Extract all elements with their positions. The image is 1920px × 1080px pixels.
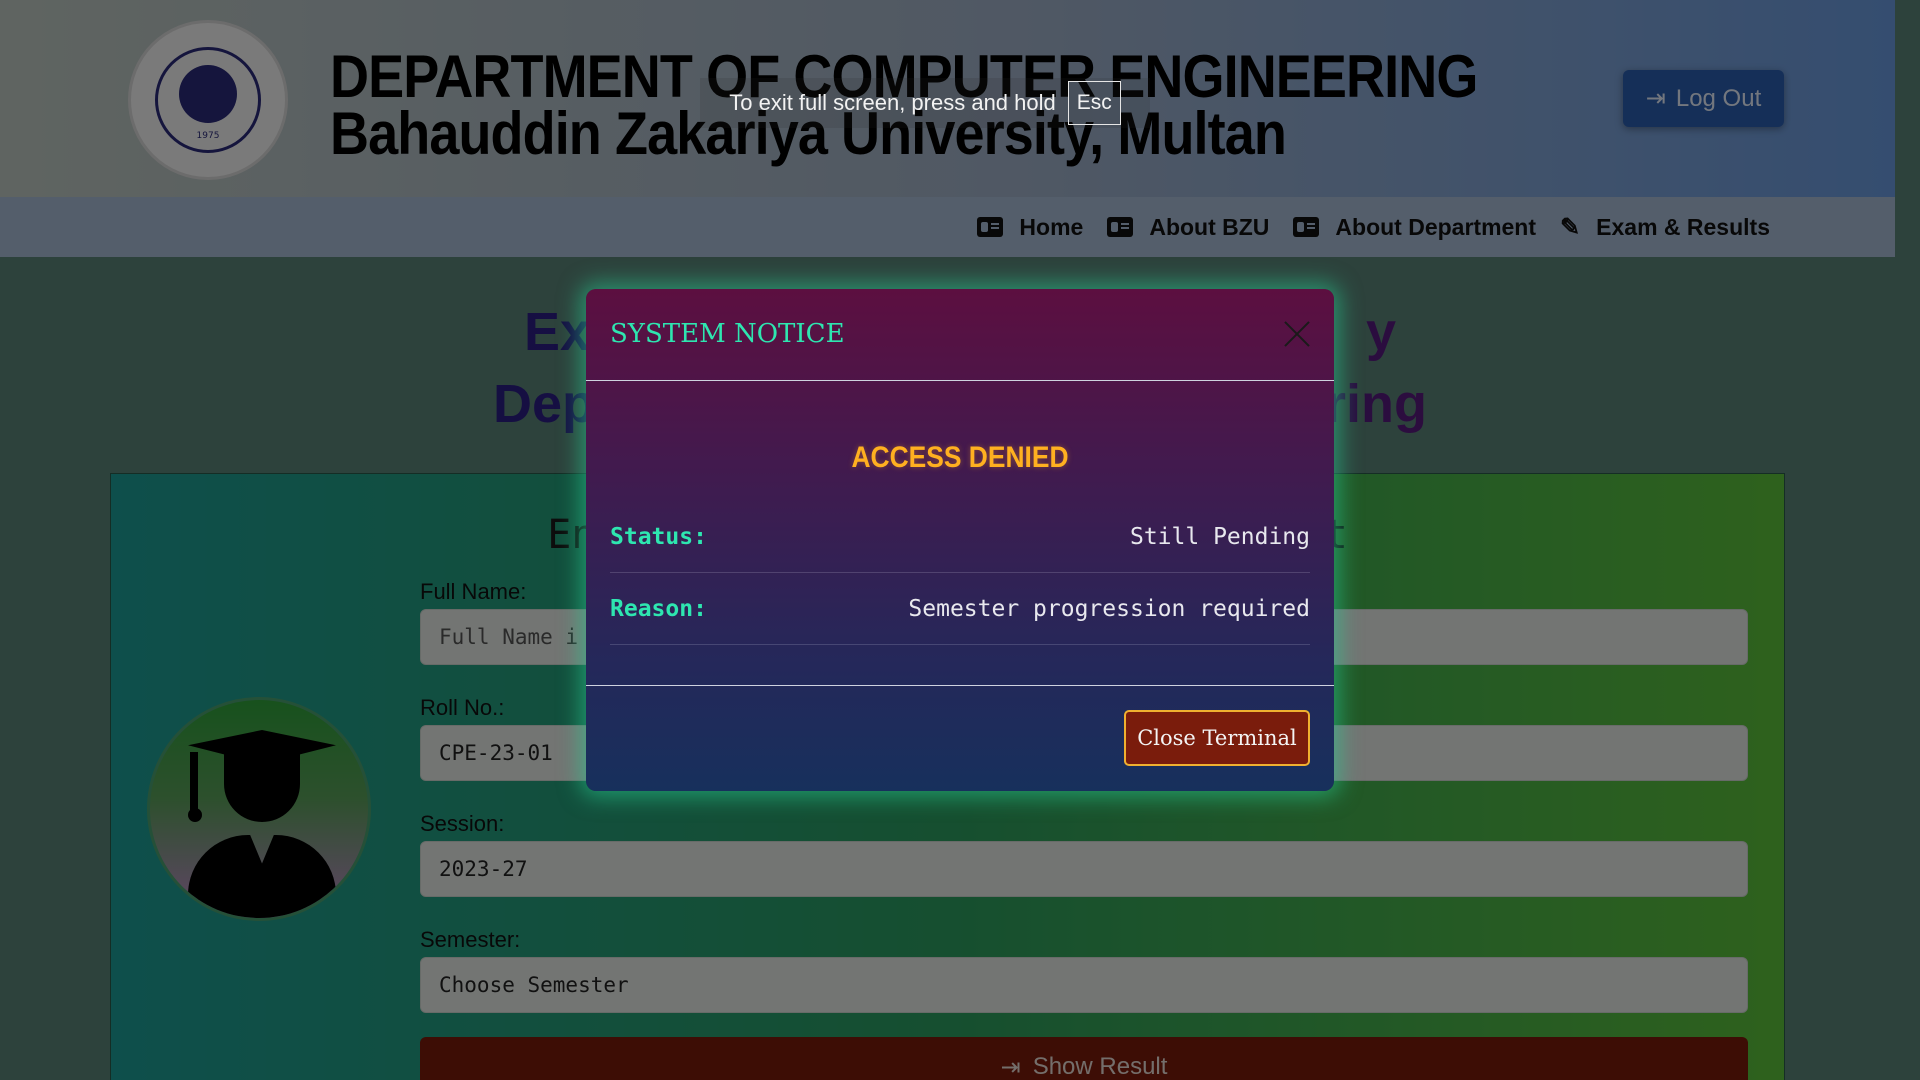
reason-value: Semester progression required	[908, 595, 1310, 622]
modal-title: SYSTEM NOTICE	[610, 319, 845, 349]
status-value: Still Pending	[1129, 523, 1310, 550]
status-row: Status: Still Pending	[610, 501, 1310, 573]
modal-footer: Close Terminal	[586, 685, 1334, 791]
fullscreen-notice-text: To exit full screen, press and hold	[729, 90, 1056, 115]
status-key: Status:	[610, 523, 707, 550]
esc-key-badge: Esc	[1067, 81, 1121, 125]
close-terminal-button[interactable]: Close Terminal	[1124, 710, 1310, 766]
reason-row: Reason: Semester progression required	[610, 573, 1310, 645]
close-icon[interactable]	[1282, 319, 1312, 349]
reason-key: Reason:	[610, 595, 707, 622]
access-denied-heading: ACCESS DENIED	[851, 441, 1069, 474]
system-notice-modal: SYSTEM NOTICE ACCESS DENIED Status: Stil…	[586, 289, 1334, 791]
modal-header: SYSTEM NOTICE	[586, 289, 1334, 381]
fullscreen-exit-notice: To exit full screen, press and hold Esc	[700, 78, 1150, 128]
